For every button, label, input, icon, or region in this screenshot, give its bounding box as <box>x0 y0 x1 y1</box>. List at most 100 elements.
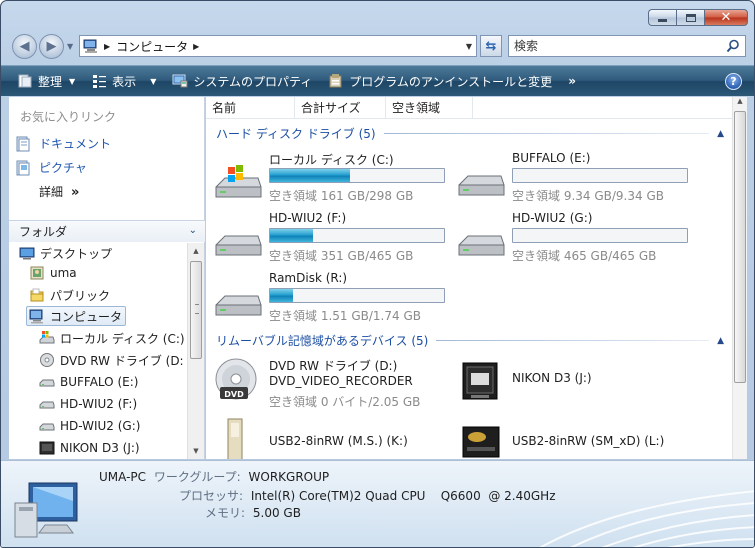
address-bar[interactable]: ▶ コンピュータ ▶ ▼ <box>79 35 477 57</box>
scroll-up-icon[interactable]: ▲ <box>733 97 747 105</box>
favorite-link-pictures[interactable]: ピクチャ <box>15 159 87 176</box>
folder-tree: デスクトップ uma パブリック コンピュータ ローカル ディスク (C:) D… <box>9 243 187 459</box>
organize-button[interactable]: 整理 ▼ <box>1 66 83 96</box>
tree-item-label: HD-WIU2 (G:) <box>60 419 141 433</box>
help-button[interactable]: ? <box>725 73 742 90</box>
chevron-down-icon: ⌄ <box>188 225 197 236</box>
organize-label: 整理 <box>38 74 63 89</box>
refresh-icon: ⇆ <box>485 38 497 54</box>
tree-item-public[interactable]: パブリック <box>29 285 110 305</box>
column-header-free-space[interactable]: 空き領域 <box>386 97 473 119</box>
folders-header[interactable]: フォルダ ⌄ <box>9 220 205 242</box>
favorite-link-documents[interactable]: ドキュメント <box>15 135 111 152</box>
caption-buttons: ✕ <box>648 9 748 26</box>
hard-drive-icon <box>39 401 55 409</box>
device-dvd-rw-d[interactable]: DVD DVD RW ドライブ (D:) DVD_VIDEO_RECORDER … <box>214 357 454 417</box>
device-usb2-8inrw-ms-k[interactable]: USB2-8inRW (M.S.) (K:) <box>214 417 454 459</box>
drive-hd-wiu2-g[interactable]: HD-WIU2 (G:) 空き領域 465 GB/465 GB <box>457 211 697 271</box>
processor-row: プロセッサ: Intel(R) Core(TM)2 Quad CPU Q6600… <box>179 487 556 504</box>
search-icon[interactable] <box>726 39 740 53</box>
memory-label: メモリ: <box>205 506 246 520</box>
favorite-links-header: お気に入りリンク <box>20 110 117 124</box>
minimize-button[interactable] <box>648 9 676 26</box>
help-icon: ? <box>730 75 737 88</box>
tree-item-label: ローカル ディスク (C:) <box>60 331 185 346</box>
more-commands-button[interactable]: » <box>560 74 584 88</box>
collapse-icon[interactable]: ▲ <box>717 129 724 139</box>
group-header-hard-disks[interactable]: ハード ディスク ドライブ (5) ▲ <box>216 125 726 142</box>
group-header-removable[interactable]: リムーバブル記憶域があるデバイス (5) ▲ <box>216 332 726 349</box>
maximize-button[interactable] <box>676 9 704 26</box>
scroll-thumb[interactable] <box>190 261 202 359</box>
tree-item-nikon-d3[interactable]: NIKON D3 (J:) <box>39 438 140 458</box>
column-header-name[interactable]: 名前 <box>206 97 295 119</box>
tree-item-label: NIKON D3 (J:) <box>60 441 140 455</box>
drive-free-space: 空き領域 0 バイト/2.05 GB <box>269 395 421 409</box>
drive-name: USB2-8inRW (M.S.) (K:) <box>269 434 408 448</box>
system-properties-button[interactable]: システムのプロパティ <box>164 66 320 96</box>
views-button[interactable]: 表示 ▼ <box>83 66 164 96</box>
collapse-icon[interactable]: ▲ <box>717 336 724 346</box>
drive-hd-wiu2-f[interactable]: HD-WIU2 (F:) 空き領域 351 GB/465 GB <box>214 211 454 271</box>
organize-dropdown-icon: ▼ <box>69 76 76 86</box>
tree-item-computer[interactable]: コンピュータ <box>26 306 127 326</box>
folder-icon <box>30 288 44 302</box>
uninstall-programs-label: プログラムのアンインストールと変更 <box>349 74 553 89</box>
search-box[interactable] <box>508 35 746 57</box>
scroll-up-icon[interactable]: ▲ <box>188 243 204 259</box>
desktop-icon <box>19 247 35 260</box>
device-nikon-d3-j[interactable]: NIKON D3 (J:) <box>457 357 697 417</box>
tree-item-desktop[interactable]: デスクトップ <box>19 243 112 263</box>
scroll-thumb[interactable] <box>734 111 746 383</box>
drive-usage-bar <box>269 288 445 303</box>
back-button[interactable]: ◀ <box>12 34 37 59</box>
column-header-total-size[interactable]: 合計サイズ <box>295 97 386 119</box>
folder-tree-scrollbar[interactable]: ▲ ▼ <box>187 243 204 459</box>
breadcrumb-separator-icon[interactable]: ▶ <box>193 42 199 51</box>
breadcrumb-separator-icon[interactable]: ▶ <box>104 42 110 51</box>
minimize-icon <box>658 19 667 22</box>
favorite-links-more[interactable]: 詳細 » <box>39 183 79 200</box>
drive-name: BUFFALO (E:) <box>512 151 591 165</box>
dvd-drive-icon <box>40 353 54 367</box>
hard-drive-icon <box>458 175 505 196</box>
drive-ramdisk-r[interactable]: RamDisk (R:) 空き領域 1.51 GB/1.74 GB <box>214 271 454 331</box>
drive-name: DVD RW ドライブ (D:) <box>269 359 398 373</box>
favorite-more-label: 詳細 <box>39 185 64 199</box>
tree-item-label: BUFFALO (E:) <box>60 375 139 389</box>
compact-flash-icon <box>462 362 498 400</box>
drive-local-disk-c[interactable]: ローカル ディスク (C:) 空き領域 161 GB/298 GB <box>214 151 454 211</box>
tree-item-uma[interactable]: uma <box>29 263 77 283</box>
refresh-button[interactable]: ⇆ <box>480 35 502 57</box>
hard-drive-icon <box>215 295 262 316</box>
uninstall-programs-button[interactable]: プログラムのアンインストールと変更 <box>320 66 560 96</box>
group-divider <box>436 340 710 341</box>
recent-pages-dropdown[interactable]: ▼ <box>67 42 73 51</box>
drive-free-space: 空き領域 351 GB/465 GB <box>269 249 414 263</box>
drive-buffalo-e[interactable]: BUFFALO (E:) 空き領域 9.34 GB/9.34 GB <box>457 151 697 211</box>
tree-item-dvd-drive[interactable]: DVD RW ドライブ (D: <box>39 350 184 370</box>
tree-item-buffalo-e[interactable]: BUFFALO (E:) <box>39 372 138 392</box>
tree-item-local-disk-c[interactable]: ローカル ディスク (C:) <box>39 328 185 348</box>
dvd-disc-icon: DVD <box>215 358 257 400</box>
drive-usage-bar <box>269 168 445 183</box>
tree-item-hd-wiu2-g[interactable]: HD-WIU2 (G:) <box>39 416 140 436</box>
hard-drive-icon <box>39 379 55 387</box>
device-usb2-8inrw-smxd-l[interactable]: USB2-8inRW (SM_xD) (L:) <box>457 417 697 459</box>
windows-drive-icon <box>215 165 262 198</box>
content-scrollbar[interactable]: ▲ <box>732 97 747 459</box>
breadcrumb-computer[interactable]: コンピュータ <box>116 38 188 55</box>
close-button[interactable]: ✕ <box>704 9 748 26</box>
search-input[interactable] <box>514 39 714 53</box>
scroll-down-icon[interactable]: ▼ <box>188 443 204 459</box>
drive-free-space: 空き領域 161 GB/298 GB <box>269 189 414 203</box>
programs-icon <box>329 74 342 88</box>
computer-icon <box>29 309 43 324</box>
workgroup-value: WORKGROUP <box>248 470 330 484</box>
maximize-icon <box>685 13 696 22</box>
tree-item-hd-wiu2-f[interactable]: HD-WIU2 (F:) <box>39 394 137 414</box>
forward-button[interactable]: ▶ <box>39 34 64 59</box>
drive-name: HD-WIU2 (F:) <box>269 211 347 225</box>
address-dropdown-icon[interactable]: ▼ <box>466 42 472 51</box>
drive-usage-fill <box>270 229 313 242</box>
